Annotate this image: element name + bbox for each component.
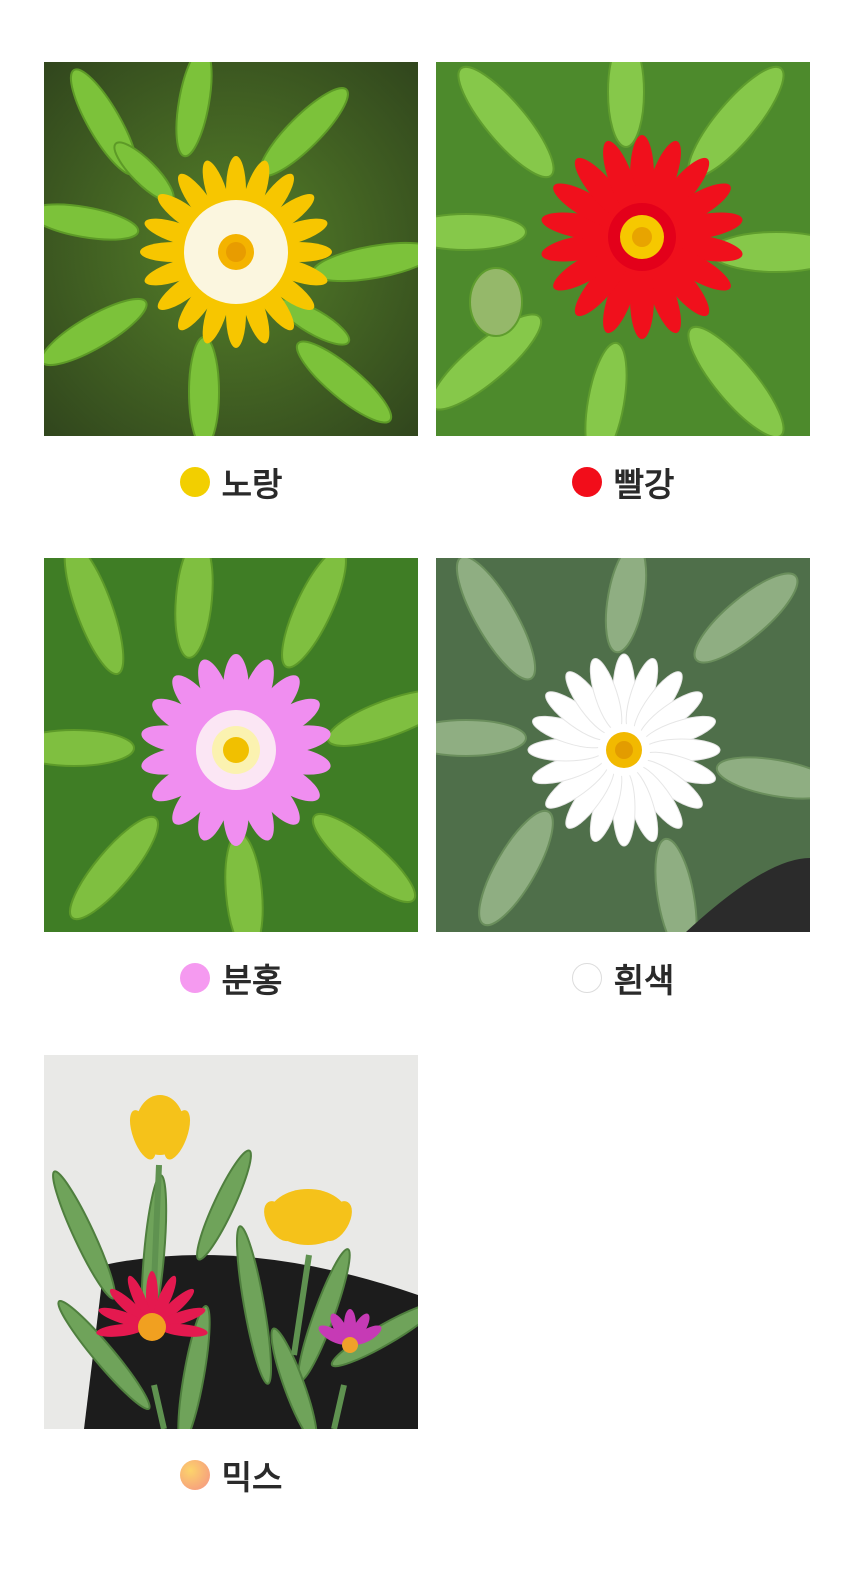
option-label-text: 노랑 (221, 465, 283, 504)
yellow-flower-photo (44, 62, 418, 436)
mix-swatch-icon (179, 1460, 210, 1490)
option-card-yellow[interactable]: 노랑 (44, 62, 418, 528)
option-label-yellow: 노랑 (44, 436, 418, 528)
red-flower-photo (436, 62, 810, 436)
option-label-text: 분홍 (221, 961, 283, 1000)
option-label-text: 빨강 (613, 465, 675, 504)
option-label-text: 믹스 (221, 1458, 283, 1497)
yellow-swatch-icon (179, 467, 210, 497)
option-label-pink: 분홍 (44, 932, 418, 1024)
option-label-mix: 믹스 (44, 1429, 418, 1521)
white-swatch-icon (571, 963, 602, 993)
white-flower-photo (436, 558, 810, 932)
option-label-red: 빨강 (436, 436, 810, 528)
option-label-white: 흰색 (436, 932, 810, 1024)
option-card-white[interactable]: 흰색 (436, 558, 810, 1024)
option-card-mix[interactable]: 믹스 (44, 1055, 418, 1521)
red-swatch-icon (571, 467, 602, 497)
option-label-text: 흰색 (613, 961, 675, 1000)
pink-swatch-icon (179, 963, 210, 993)
pink-flower-photo (44, 558, 418, 932)
mixed-flowers-photo (44, 1055, 418, 1429)
option-card-red[interactable]: 빨강 (436, 62, 810, 528)
option-card-pink[interactable]: 분홍 (44, 558, 418, 1024)
